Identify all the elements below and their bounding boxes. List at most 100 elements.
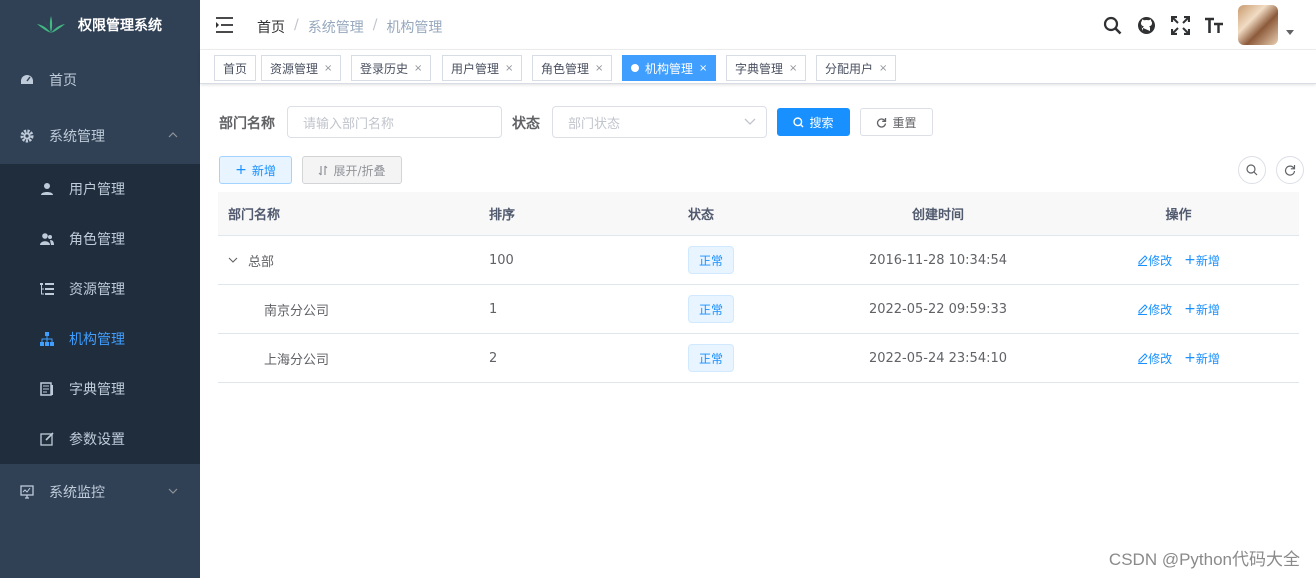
tag-label: 字典管理	[735, 61, 784, 76]
col-header-name: 部门名称	[228, 208, 281, 223]
expand-toggle-label: 展开/折叠	[333, 163, 386, 178]
refresh-icon	[1284, 165, 1296, 176]
chevron-down-icon[interactable]	[228, 256, 242, 264]
col-header-status: 状态	[688, 208, 715, 223]
tags-view: 首页 资源管理 × 登录历史 × 用户管理 × 角色管理 × 机构管理 × 字典管理 × 分…	[200, 50, 1316, 84]
create-time: 2022-05-22 09:59:33	[868, 301, 1008, 317]
sidebar-item-label: 字典管理	[69, 382, 125, 398]
edit-button[interactable]: 修改	[1137, 301, 1172, 318]
status-badge: 正常	[688, 246, 734, 274]
breadcrumb-current: 机构管理	[386, 20, 443, 36]
dept-name-label: 部门名称	[219, 116, 275, 132]
peoples-icon	[40, 233, 54, 245]
search-button[interactable]: 搜索	[777, 108, 850, 136]
add-label: 新增	[1195, 253, 1220, 268]
close-icon[interactable]: ×	[505, 63, 513, 74]
size-icon[interactable]	[1204, 15, 1224, 35]
reset-button[interactable]: 重置	[860, 108, 933, 136]
search-icon[interactable]	[1102, 15, 1122, 35]
tree-table-icon	[40, 283, 54, 295]
reset-button-label: 重置	[892, 115, 917, 130]
tree-icon	[40, 332, 54, 346]
add-button[interactable]: + 新增	[219, 156, 292, 184]
table-row: 总部 100 正常 2016-11-28 10:34:54 修改 + 新增	[218, 236, 1299, 285]
add-button-label: 新增	[251, 163, 276, 178]
tag-label: 用户管理	[451, 61, 500, 76]
col-header-time: 创建时间	[911, 208, 964, 223]
dept-name-placeholder: 请输入部门名称	[303, 116, 395, 132]
caret-down-icon[interactable]	[1286, 29, 1294, 35]
sidebar-item-config[interactable]: 参数设置	[0, 414, 200, 464]
expand-toggle-button[interactable]: 展开/折叠	[302, 156, 402, 184]
sidebar-item-resource[interactable]: 资源管理	[0, 264, 200, 314]
edit-button[interactable]: 修改	[1137, 252, 1172, 269]
sidebar-item-label: 机构管理	[69, 332, 125, 348]
chevron-down-icon	[168, 488, 178, 494]
close-icon[interactable]: ×	[879, 63, 887, 74]
plus-icon: +	[1184, 301, 1196, 317]
sidebar-item-dict[interactable]: 字典管理	[0, 364, 200, 414]
sidebar-item-dept[interactable]: 机构管理	[0, 314, 200, 364]
plus-icon: +	[1184, 252, 1196, 268]
toggle-search-button[interactable]	[1238, 156, 1266, 184]
sidebar-item-role[interactable]: 角色管理	[0, 214, 200, 264]
add-child-button[interactable]: + 新增	[1184, 350, 1220, 367]
edit-button[interactable]: 修改	[1137, 350, 1172, 367]
search-button-label: 搜索	[809, 115, 834, 130]
refresh-icon	[877, 117, 887, 128]
add-child-button[interactable]: + 新增	[1184, 252, 1220, 269]
sidebar-item-user[interactable]: 用户管理	[0, 164, 200, 214]
tag-label: 机构管理	[645, 61, 694, 76]
refresh-button[interactable]	[1276, 156, 1304, 184]
app-main: 部门名称 请输入部门名称 状态 部门状态 搜索 重置 + 新增 展开/折叠 部门…	[200, 84, 1316, 578]
github-icon[interactable]	[1136, 15, 1156, 35]
tag-user[interactable]: 用户管理 ×	[442, 55, 523, 81]
breadcrumb: 首页 / 系统管理 / 机构管理	[257, 17, 442, 37]
create-time: 2016-11-28 10:34:54	[868, 252, 1008, 268]
tag-assign-user[interactable]: 分配用户 ×	[816, 55, 897, 81]
status-placeholder: 部门状态	[568, 116, 621, 132]
menu-item-monitor[interactable]: 系统监控	[0, 464, 200, 520]
menu-item-system[interactable]: 系统管理	[0, 108, 200, 164]
breadcrumb-home[interactable]: 首页	[257, 17, 285, 37]
status-select[interactable]: 部门状态	[552, 106, 767, 138]
avatar[interactable]	[1238, 5, 1278, 45]
dept-name-input[interactable]: 请输入部门名称	[287, 106, 502, 138]
menu-item-label: 系统管理	[49, 129, 105, 145]
close-icon[interactable]: ×	[699, 63, 707, 74]
add-label: 新增	[1195, 302, 1220, 317]
add-child-button[interactable]: + 新增	[1184, 301, 1220, 318]
add-label: 新增	[1195, 351, 1220, 366]
logo[interactable]: 权限管理系统	[0, 0, 200, 50]
logo-title: 权限管理系统	[78, 18, 162, 34]
dept-order: 1	[489, 301, 498, 317]
tag-dict[interactable]: 字典管理 ×	[726, 55, 807, 81]
close-icon[interactable]: ×	[324, 63, 332, 74]
menu-item-home[interactable]: 首页	[0, 52, 200, 108]
monitor-icon	[20, 485, 34, 499]
search-icon	[1246, 164, 1258, 176]
fullscreen-icon[interactable]	[1170, 15, 1190, 35]
dept-name: 总部	[248, 254, 275, 270]
create-time: 2022-05-24 23:54:10	[868, 350, 1008, 366]
dept-order: 100	[489, 252, 514, 268]
dashboard-icon	[21, 75, 33, 84]
chevron-down-icon	[744, 118, 756, 125]
sidebar-item-label: 参数设置	[69, 432, 125, 448]
submenu-system: 用户管理 角色管理 资源管理 机构管理 字典管理 参数设置	[0, 164, 200, 464]
plus-icon: +	[1184, 350, 1196, 366]
close-icon[interactable]: ×	[414, 63, 422, 74]
close-icon[interactable]: ×	[789, 63, 797, 74]
close-icon[interactable]: ×	[595, 63, 603, 74]
tag-home[interactable]: 首页	[214, 55, 257, 81]
tag-role[interactable]: 角色管理 ×	[532, 55, 613, 81]
logo-icon	[37, 16, 65, 33]
hamburger-icon[interactable]	[216, 17, 234, 33]
tag-resource[interactable]: 资源管理 ×	[261, 55, 342, 81]
dept-table: 部门名称 排序 状态 创建时间 操作 总部 100 正常 2016-11-28 …	[218, 192, 1299, 383]
tag-login-history[interactable]: 登录历史 ×	[351, 55, 432, 81]
dept-name: 南京分公司	[264, 303, 330, 319]
search-icon	[793, 116, 804, 127]
tag-dept[interactable]: 机构管理 ×	[622, 55, 717, 81]
tag-label: 角色管理	[541, 61, 590, 76]
